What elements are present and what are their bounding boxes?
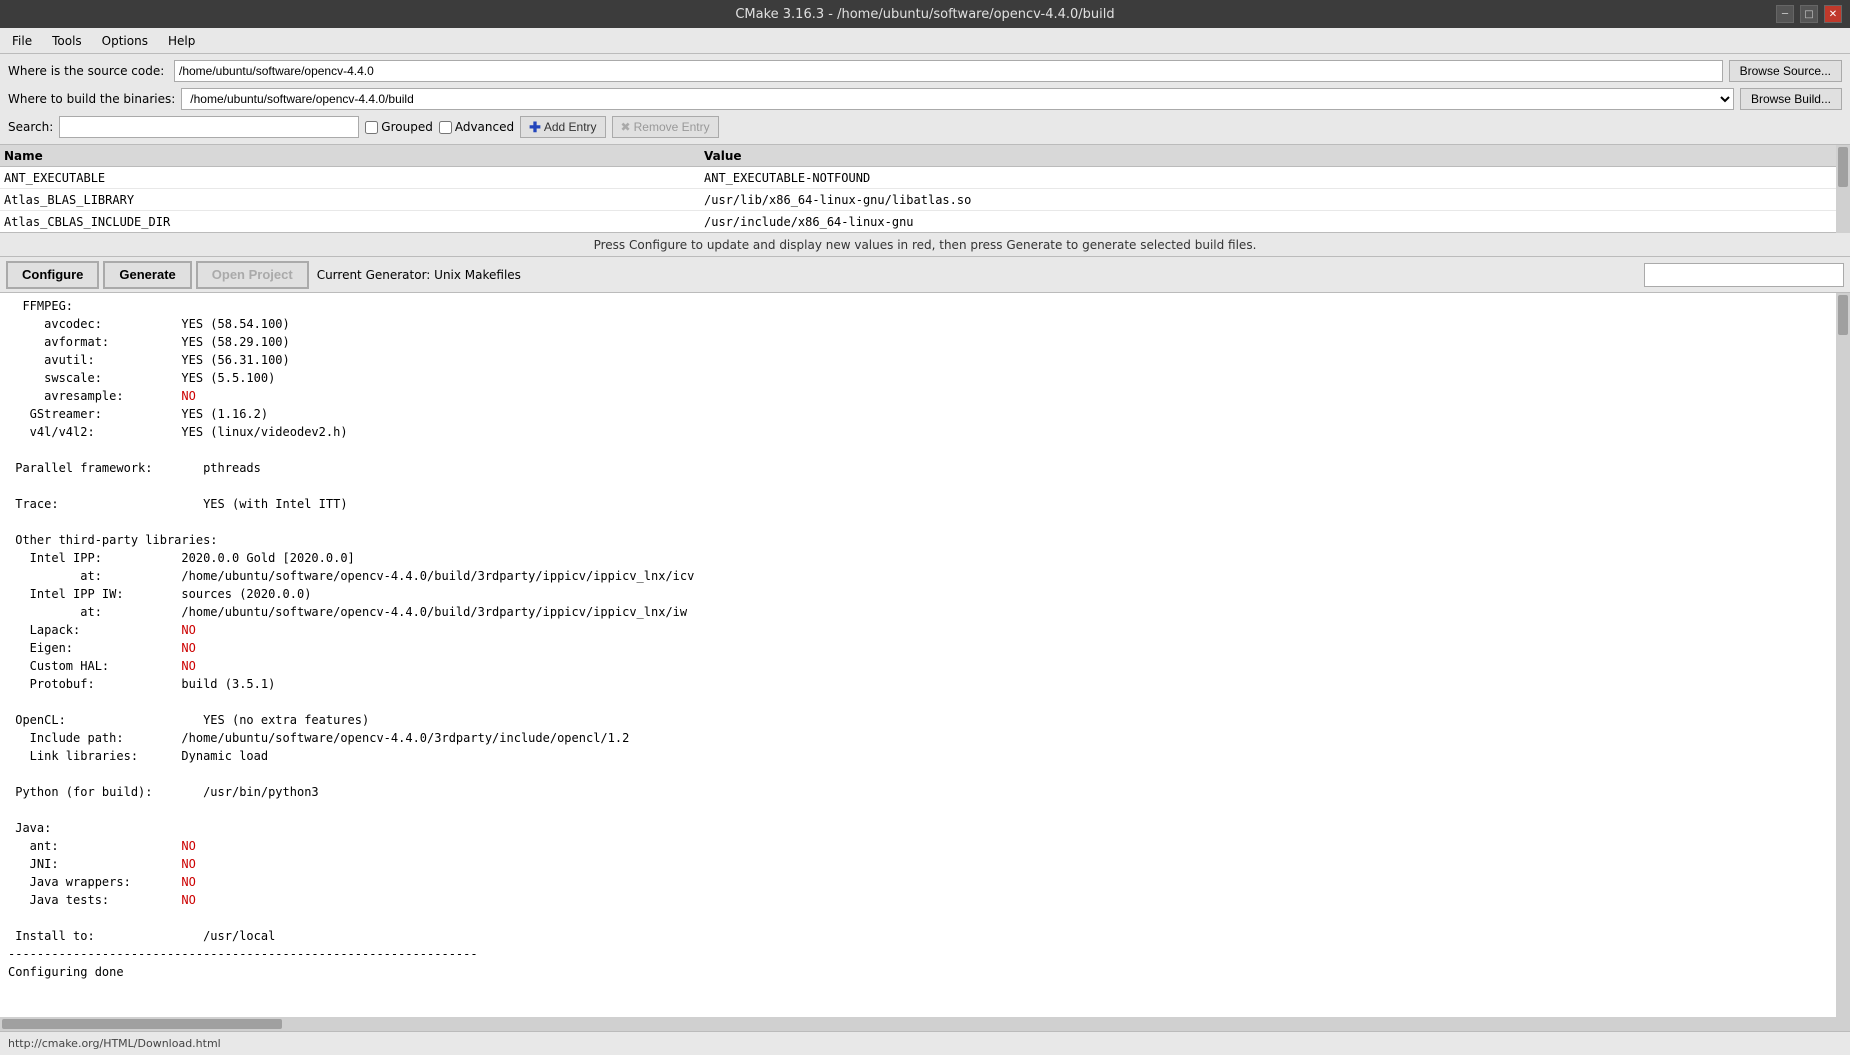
cell-ant-value: ANT_EXECUTABLE-NOTFOUND xyxy=(704,171,1832,185)
titlebar-controls: ─ □ ✕ xyxy=(1776,5,1842,23)
col-name-header: Name xyxy=(4,149,704,163)
statusbar-text: http://cmake.org/HTML/Download.html xyxy=(8,1037,221,1050)
output-area[interactable]: FFMPEG: avcodec: YES (58.54.100) avforma… xyxy=(0,293,1836,1017)
hscrollbar[interactable] xyxy=(0,1017,1850,1031)
table-vscrollbar[interactable] xyxy=(1836,145,1850,233)
action-row: Configure Generate Open Project Current … xyxy=(0,257,1850,293)
grouped-checkbox-label[interactable]: Grouped xyxy=(365,120,433,134)
table-header: Name Value xyxy=(0,145,1836,167)
menu-help[interactable]: Help xyxy=(160,32,203,50)
remove-entry-button[interactable]: ✖ Remove Entry xyxy=(612,116,719,138)
cell-atlas-blas-value: /usr/lib/x86_64-linux-gnu/libatlas.so xyxy=(704,193,1832,207)
browse-build-button[interactable]: Browse Build... xyxy=(1740,88,1842,110)
advanced-checkbox-label[interactable]: Advanced xyxy=(439,120,514,134)
remove-icon: ✖ xyxy=(621,120,631,134)
info-bar: Press Configure to update and display ne… xyxy=(0,233,1850,257)
search-input[interactable] xyxy=(59,116,359,138)
menubar: File Tools Options Help xyxy=(0,28,1850,54)
open-project-button[interactable]: Open Project xyxy=(196,261,309,289)
minimize-button[interactable]: ─ xyxy=(1776,5,1794,23)
menu-options[interactable]: Options xyxy=(94,32,156,50)
plus-icon: ✚ xyxy=(529,119,541,136)
table-container: Name Value ANT_EXECUTABLE ANT_EXECUTABLE… xyxy=(0,145,1850,233)
table-row[interactable]: Atlas_CBLAS_INCLUDE_DIR /usr/include/x86… xyxy=(0,211,1836,233)
table-row[interactable]: ANT_EXECUTABLE ANT_EXECUTABLE-NOTFOUND xyxy=(0,167,1836,189)
table-vscrollbar-thumb[interactable] xyxy=(1838,147,1848,187)
titlebar-title: CMake 3.16.3 - /home/ubuntu/software/ope… xyxy=(735,7,1114,22)
maximize-button[interactable]: □ xyxy=(1800,5,1818,23)
statusbar: http://cmake.org/HTML/Download.html xyxy=(0,1031,1850,1055)
table-rows: ANT_EXECUTABLE ANT_EXECUTABLE-NOTFOUND A… xyxy=(0,167,1836,233)
configure-button[interactable]: Configure xyxy=(6,261,99,289)
browse-source-button[interactable]: Browse Source... xyxy=(1729,60,1842,82)
generate-button[interactable]: Generate xyxy=(103,261,191,289)
info-text: Press Configure to update and display ne… xyxy=(594,238,1257,252)
hscrollbar-thumb[interactable] xyxy=(2,1019,282,1029)
cell-atlas-blas-name: Atlas_BLAS_LIBRARY xyxy=(4,193,704,207)
build-select[interactable]: /home/ubuntu/software/opencv-4.4.0/build xyxy=(181,88,1734,110)
source-input[interactable] xyxy=(174,60,1723,82)
grouped-checkbox[interactable] xyxy=(365,121,378,134)
source-label: Where is the source code: xyxy=(8,64,168,78)
output-vscrollbar[interactable] xyxy=(1836,293,1850,1017)
cell-atlas-cblas-name: Atlas_CBLAS_INCLUDE_DIR xyxy=(4,215,704,229)
close-button[interactable]: ✕ xyxy=(1824,5,1842,23)
cell-ant-name: ANT_EXECUTABLE xyxy=(4,171,704,185)
generator-label: Current Generator: Unix Makefiles xyxy=(317,268,521,282)
output-content: FFMPEG: avcodec: YES (58.54.100) avforma… xyxy=(0,293,1836,1017)
add-entry-button[interactable]: ✚ Add Entry xyxy=(520,116,605,138)
menu-tools[interactable]: Tools xyxy=(44,32,90,50)
menu-file[interactable]: File xyxy=(4,32,40,50)
cell-atlas-cblas-value: /usr/include/x86_64-linux-gnu xyxy=(704,215,1832,229)
output-vscrollbar-thumb[interactable] xyxy=(1838,295,1848,335)
titlebar: CMake 3.16.3 - /home/ubuntu/software/ope… xyxy=(0,0,1850,28)
build-label: Where to build the binaries: xyxy=(8,92,175,106)
output-container: FFMPEG: avcodec: YES (58.54.100) avforma… xyxy=(0,293,1850,1017)
search-label: Search: xyxy=(8,120,53,134)
filter-input[interactable] xyxy=(1644,263,1844,287)
form-area: Where is the source code: Browse Source.… xyxy=(0,54,1850,145)
table-row[interactable]: Atlas_BLAS_LIBRARY /usr/lib/x86_64-linux… xyxy=(0,189,1836,211)
col-value-header: Value xyxy=(704,149,1832,163)
advanced-checkbox[interactable] xyxy=(439,121,452,134)
